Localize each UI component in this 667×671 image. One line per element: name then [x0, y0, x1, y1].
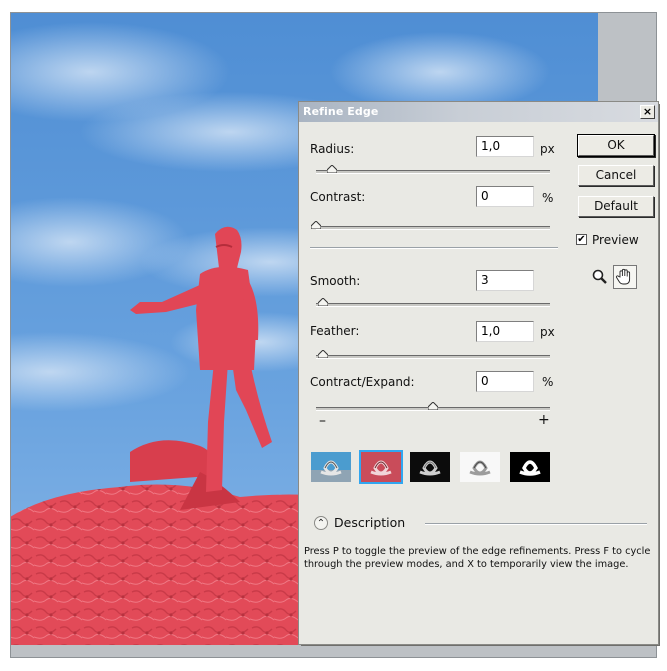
zoom-icon [592, 269, 607, 284]
feather-slider-thumb[interactable] [318, 350, 329, 358]
preview-mode-standard[interactable] [311, 452, 351, 482]
feather-slider[interactable] [316, 355, 550, 359]
radius-input[interactable]: 1,0 [476, 136, 534, 157]
preview-mode-mask[interactable] [510, 452, 550, 482]
contrast-unit: % [542, 191, 554, 205]
workspace-grey-bottom [10, 645, 657, 658]
default-button[interactable]: Default [578, 196, 654, 217]
radius-unit: px [540, 142, 555, 156]
description-separator [425, 523, 647, 525]
smooth-slider[interactable] [316, 303, 550, 307]
contract-expand-label: Contract/Expand: [310, 375, 415, 389]
chevron-up-icon: ⌃ [316, 518, 326, 529]
contrast-slider-thumb[interactable] [311, 221, 321, 229]
smooth-label: Smooth: [310, 274, 361, 288]
description-toggle-button[interactable]: ⌃ [314, 516, 328, 530]
close-icon: × [642, 105, 653, 118]
knot-mask-icon [510, 452, 550, 482]
contract-expand-unit: % [542, 375, 554, 389]
preview-mode-on-white[interactable] [460, 452, 500, 482]
smooth-input[interactable]: 3 [476, 270, 534, 291]
hand-icon [615, 268, 631, 285]
checkmark-icon: ✔ [577, 234, 586, 245]
radius-slider-thumb[interactable] [327, 165, 338, 173]
contrast-input[interactable]: 0 [476, 186, 534, 207]
contract-expand-input[interactable]: 0 [476, 371, 534, 392]
dialog-title: Refine Edge [303, 105, 379, 118]
dialog-titlebar[interactable]: Refine Edge × [299, 102, 658, 122]
description-text: Press P to toggle the preview of the edg… [304, 546, 651, 570]
preview-mode-on-black[interactable] [410, 452, 450, 482]
contract-expand-slider-thumb[interactable] [428, 402, 438, 410]
contrast-slider[interactable] [316, 226, 550, 230]
knot-standard-icon [311, 452, 351, 482]
preview-mode-quick-mask[interactable] [359, 450, 403, 484]
knot-on-white-icon [460, 452, 500, 482]
preview-checkbox[interactable]: ✔ [576, 234, 587, 245]
knot-quick-mask-icon [361, 452, 401, 482]
description-label: Description [334, 515, 406, 530]
feather-input[interactable]: 1,0 [476, 321, 534, 342]
plus-label: + [538, 412, 550, 428]
radius-slider[interactable] [316, 170, 550, 174]
ok-button[interactable]: OK [578, 135, 654, 156]
contrast-label: Contrast: [310, 190, 366, 204]
cancel-button[interactable]: Cancel [578, 165, 654, 186]
feather-label: Feather: [310, 324, 360, 338]
feather-unit: px [540, 325, 555, 339]
hand-tool-button[interactable] [613, 265, 637, 289]
knot-on-black-icon [410, 452, 450, 482]
zoom-tool-button[interactable] [589, 266, 611, 288]
close-button[interactable]: × [640, 105, 655, 119]
refine-edge-dialog: Refine Edge × Radius: 1,0 px Contrast: 0… [299, 102, 658, 644]
minus-label: – [319, 413, 326, 429]
smooth-slider-thumb[interactable] [318, 298, 329, 306]
preview-label: Preview [592, 233, 639, 247]
radius-label: Radius: [310, 142, 355, 156]
separator [310, 247, 558, 249]
